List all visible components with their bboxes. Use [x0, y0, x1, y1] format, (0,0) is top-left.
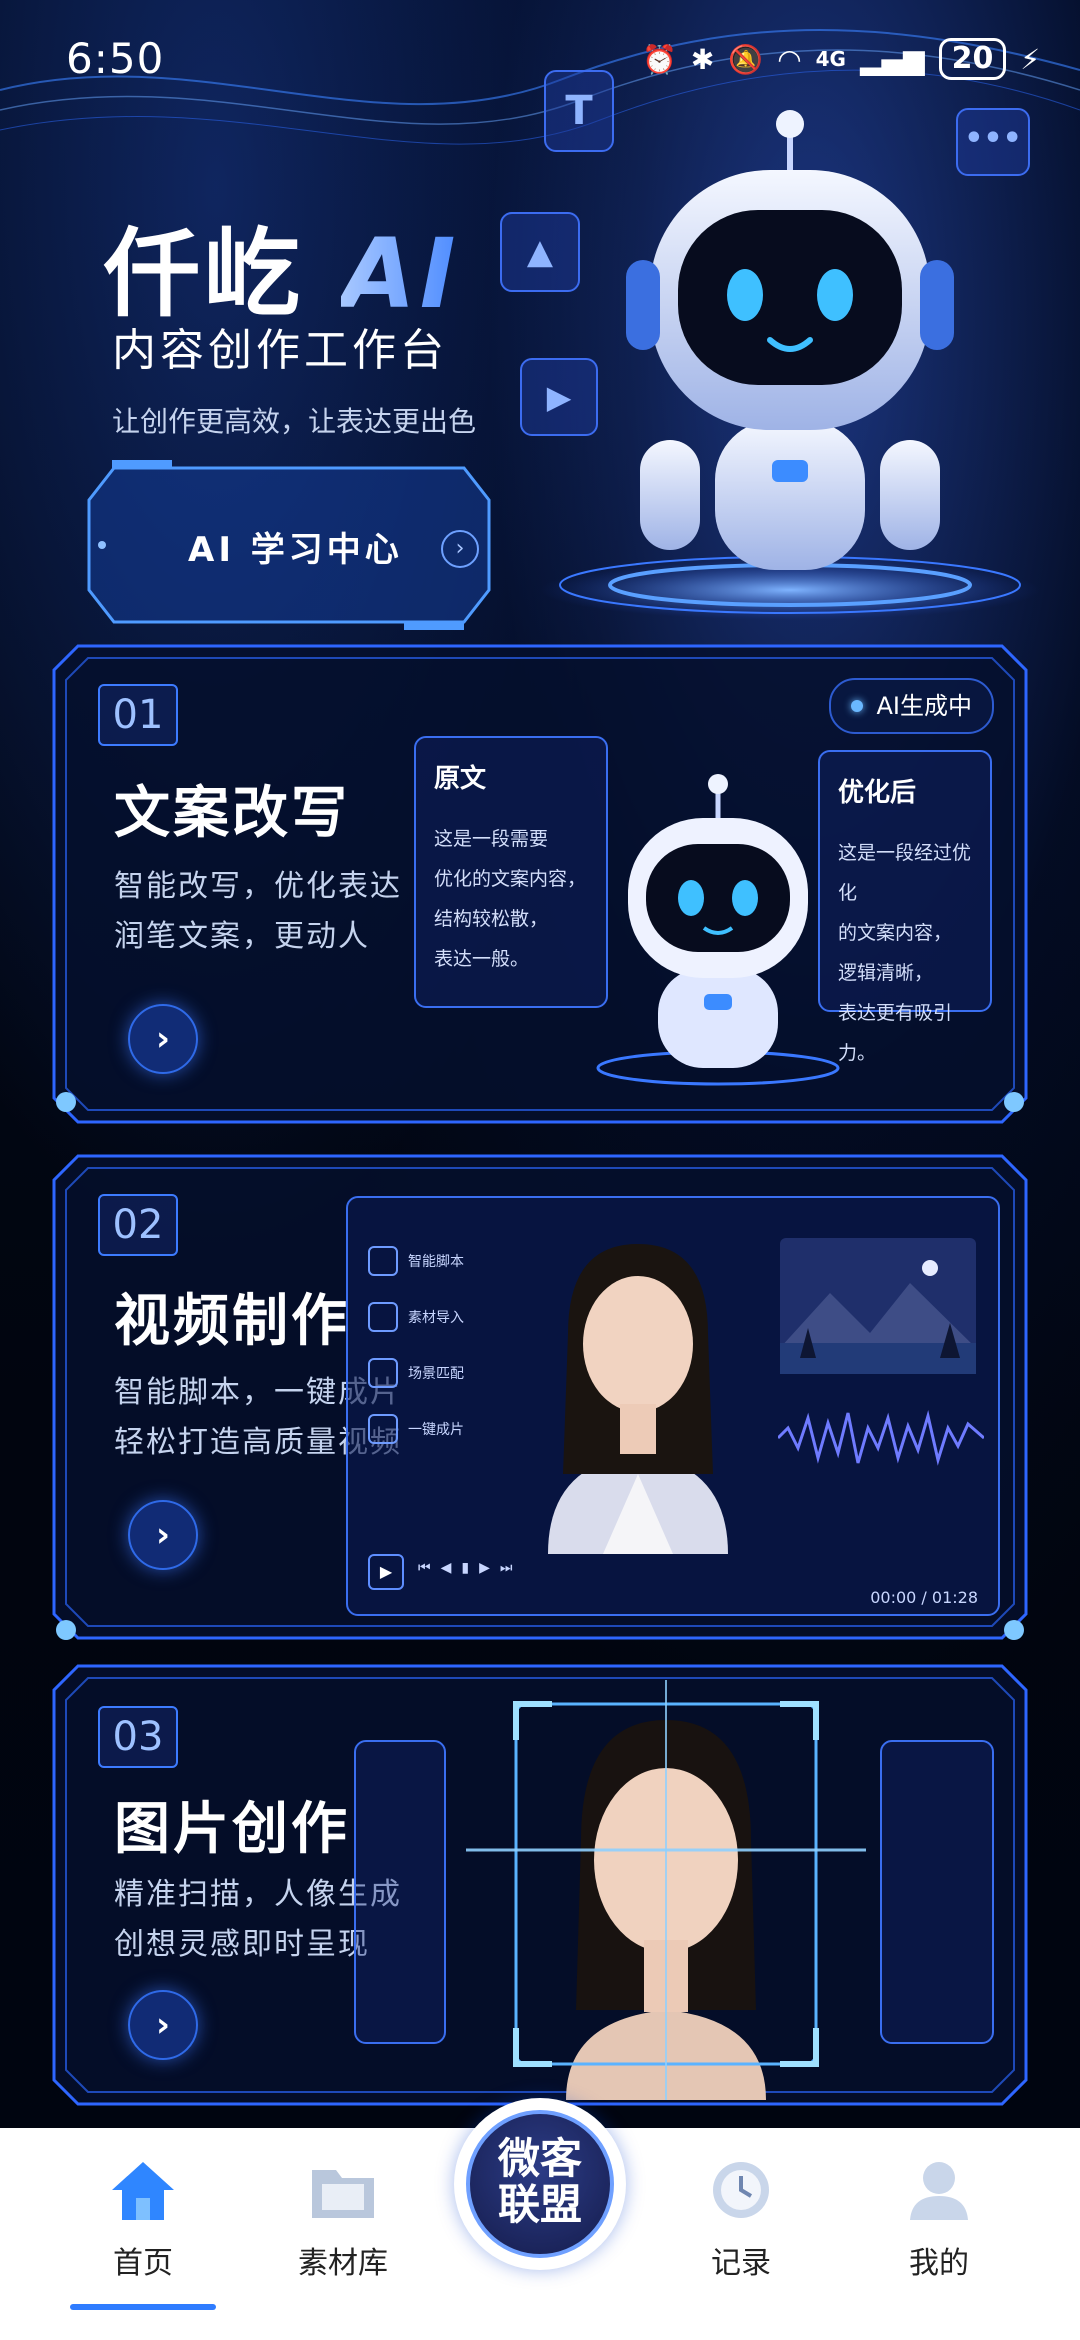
charging-icon: ⚡ [1020, 42, 1040, 76]
face-scan-image [466, 1680, 866, 2100]
network-label: 4G [815, 47, 846, 71]
menu-label: 智能脚本 [408, 1254, 464, 1270]
nav-profile[interactable]: 我的 [864, 2158, 1014, 2282]
nav-active-indicator [70, 2304, 216, 2310]
card-desc-line-2: 润笔文案，更动人 [114, 919, 370, 954]
signal-icon: ▂▄▆ [859, 42, 925, 76]
learn-center-label[interactable]: AI 学习中心 [188, 522, 403, 571]
nav-label: 首页 [113, 2246, 173, 2281]
render-icon [368, 1414, 398, 1444]
user-icon [910, 2162, 968, 2220]
clock-icon [713, 2162, 769, 2218]
nav-label: 素材库 [298, 2246, 388, 2281]
status-time: 6:50 [66, 34, 165, 83]
card-arrow-button[interactable]: › [128, 1004, 198, 1074]
alarm-icon: ⏰ [641, 42, 677, 76]
card-video[interactable]: 02 视频制作 智能脚本，一键成片 轻松打造高质量视频 › 智能脚本 素材导入 … [48, 1150, 1032, 1644]
bluetooth-icon: ✱ [690, 42, 715, 76]
original-text-panel: 原文 这是一段需要 优化的文案内容， 结构较松散， 表达一般。 [414, 736, 608, 1008]
audio-waveform-image [778, 1410, 984, 1466]
menu-label: 素材导入 [408, 1310, 464, 1326]
video-menu-item: 智能脚本 [368, 1238, 508, 1284]
center-brand-logo: 微客 联盟 [466, 2110, 614, 2258]
card-copywriting[interactable]: 01 文案改写 智能改写，优化表达 润笔文案，更动人 › AI生成中 原文 这是… [48, 640, 1032, 1128]
card-image[interactable]: 03 图片创作 精准扫描，人像生成 创想灵感即时呈现 › [48, 1660, 1032, 2110]
playback-controls[interactable]: ⏮◀▮▶⏭ [418, 1560, 522, 1576]
card-arrow-button[interactable]: › [128, 1990, 198, 2060]
nav-records[interactable]: 记录 [666, 2158, 816, 2282]
nav-label: 记录 [711, 2246, 771, 2281]
center-brand-line-1: 微客 [497, 2134, 582, 2183]
optimized-heading: 优化后 [838, 778, 917, 808]
battery-level: 20 [938, 38, 1007, 80]
video-menu-item: 场景匹配 [368, 1350, 508, 1396]
scan-side-panel-left [354, 1740, 446, 2044]
play-icon[interactable]: ▶ [368, 1554, 404, 1590]
mute-icon: 🔕 [728, 42, 764, 76]
card-number: 01 [98, 684, 178, 746]
home-icon [112, 2162, 174, 2220]
video-menu-item: 一键成片 [368, 1406, 508, 1452]
video-timecode: 00:00 / 01:28 [870, 1588, 978, 1607]
menu-label: 场景匹配 [408, 1366, 464, 1382]
card-number: 03 [98, 1706, 178, 1768]
card-number: 02 [98, 1194, 178, 1256]
nav-label: 我的 [909, 2246, 969, 2281]
video-menu-item: 素材导入 [368, 1294, 508, 1340]
robot-mascot-image [540, 110, 1040, 620]
card-arrow-button[interactable]: › [128, 1500, 198, 1570]
script-icon [368, 1246, 398, 1276]
video-editor-panel: 智能脚本 素材导入 场景匹配 一键成片 ▶ ⏮◀▮▶⏭ 00:00 / 01:2… [346, 1196, 1000, 1616]
original-line: 结构较松散， [434, 908, 549, 930]
scan-side-panel-right [880, 1740, 994, 2044]
status-icons: ⏰ ✱ 🔕 ◠ 4G ▂▄▆ 20 ⚡ [642, 38, 1040, 80]
landscape-preview-image [780, 1238, 976, 1374]
learn-center-arrow-icon[interactable]: › [441, 530, 479, 568]
optimized-line: 表达更有吸引力。 [838, 1002, 953, 1064]
menu-label: 一键成片 [408, 1422, 464, 1438]
center-brand-button[interactable]: 微客 联盟 [454, 2098, 626, 2270]
hero-subtitle: 内容创作工作台 [112, 325, 448, 376]
optimized-text-panel: 优化后 这是一段经过优化 的文案内容， 逻辑清晰， 表达更有吸引力。 [818, 750, 992, 1064]
video-menu: 智能脚本 素材导入 场景匹配 一键成片 [368, 1228, 508, 1462]
original-line: 这是一段需要 [434, 828, 549, 850]
nav-library[interactable]: 素材库 [268, 2158, 418, 2282]
original-heading: 原文 [434, 764, 487, 794]
nav-home[interactable]: 首页 [68, 2158, 218, 2282]
optimized-line: 这是一段经过优化 [838, 842, 972, 904]
optimized-line: 逻辑清晰， [838, 962, 934, 984]
original-line: 表达一般。 [434, 948, 530, 970]
import-icon [368, 1302, 398, 1332]
card-title: 文案改写 [114, 781, 350, 846]
original-line: 优化的文案内容， [434, 868, 587, 890]
card-desc-line-1: 智能改写，优化表达 [114, 869, 402, 904]
hero-slogan: 让创作更高效，让表达更出色 [112, 405, 477, 438]
folder-icon [312, 2170, 374, 2218]
center-brand-line-2: 联盟 [497, 2180, 582, 2229]
card-description: 智能改写，优化表达 润笔文案，更动人 [114, 862, 402, 962]
card-title: 图片创作 [114, 1797, 350, 1862]
wifi-icon: ◠ [777, 42, 802, 76]
card-title: 视频制作 [114, 1289, 350, 1354]
robot-small-image [596, 774, 840, 1086]
optimized-line: 的文案内容， [838, 922, 953, 944]
scene-icon [368, 1358, 398, 1388]
woman-presenter-image [548, 1244, 728, 1554]
ai-generating-badge: AI生成中 [828, 678, 994, 734]
